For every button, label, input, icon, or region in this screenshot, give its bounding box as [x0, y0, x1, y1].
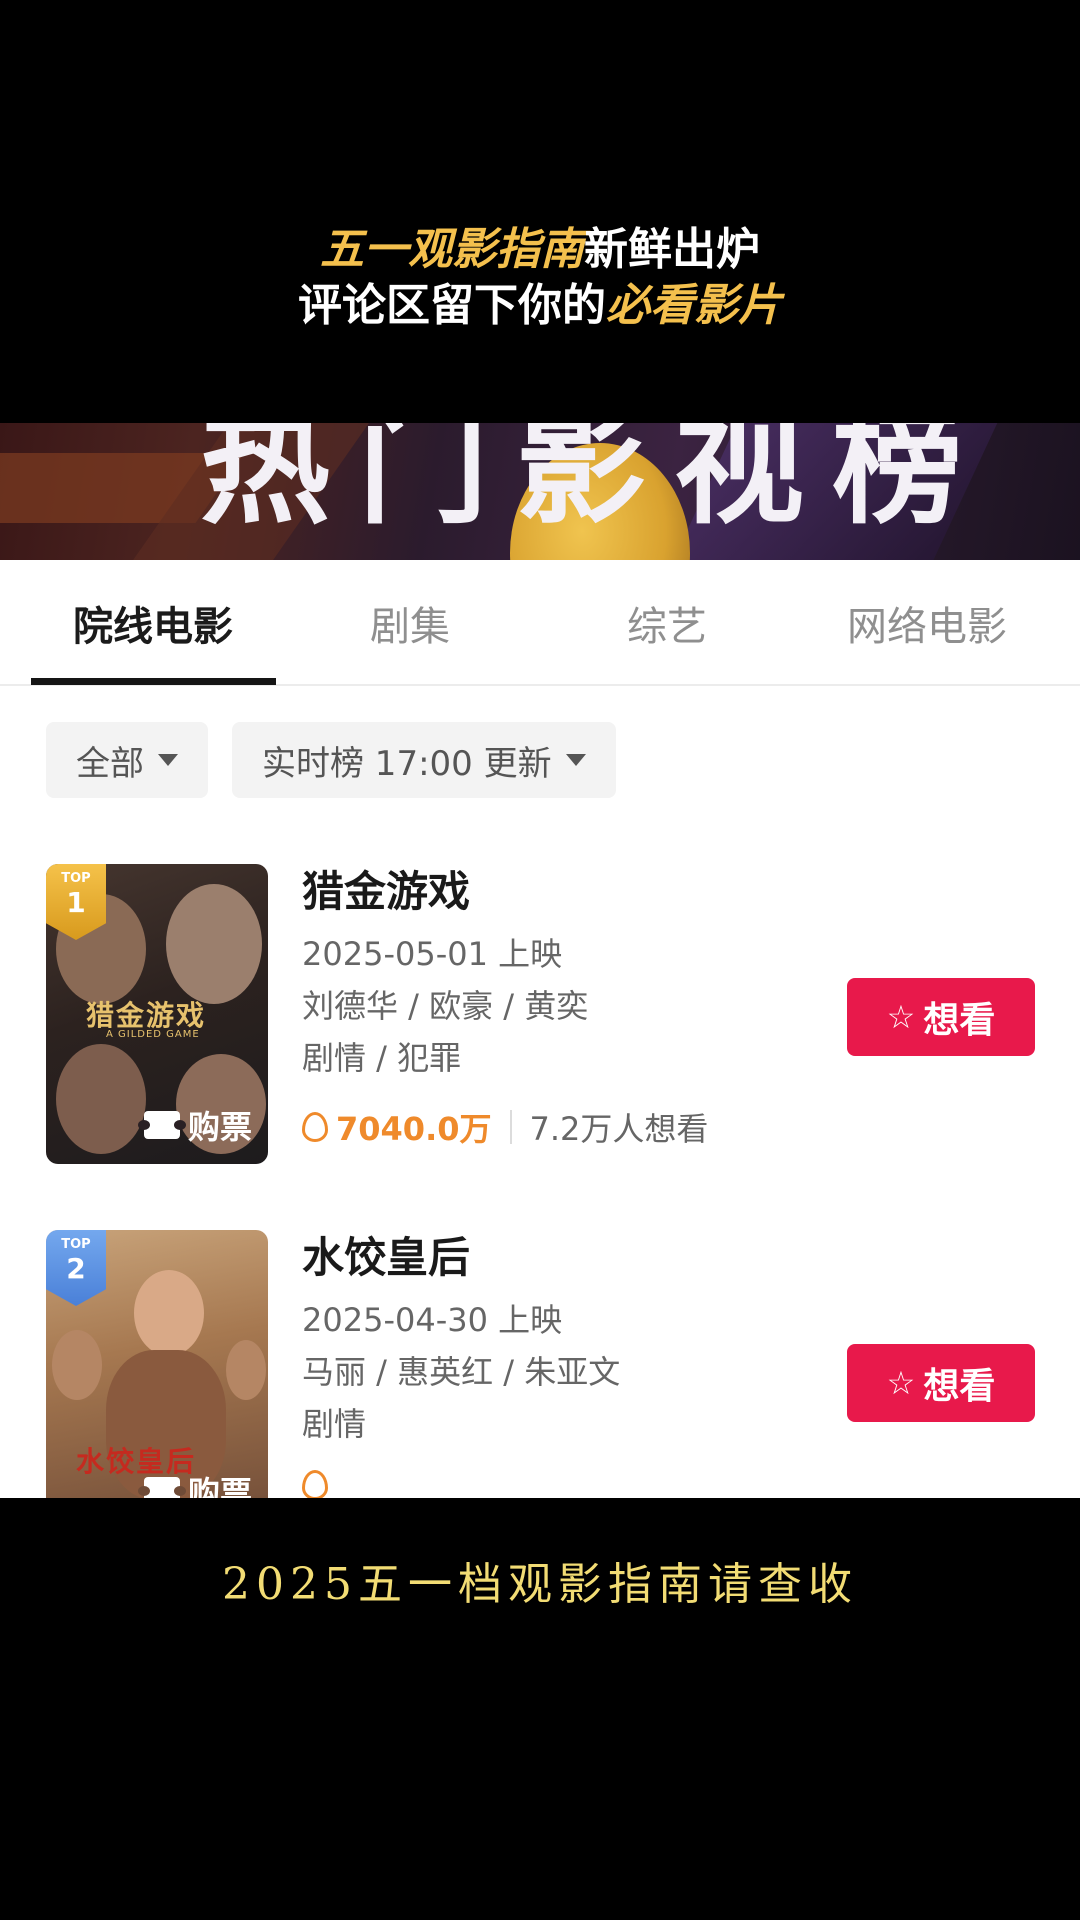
poster-figure: [52, 1330, 102, 1400]
caption-text: 评论区留下你的: [298, 280, 606, 331]
movie-title[interactable]: 猎金游戏: [302, 864, 708, 920]
release-date: 2025-04-30 上映: [302, 1301, 563, 1339]
banner-title: 热门影视榜: [200, 423, 991, 542]
category-tabs: 院线电影 剧集 综艺 网络电影: [0, 560, 1080, 686]
caption-line-1: 五一观影指南新鲜出炉: [0, 222, 1080, 278]
want-to-watch-count: 7.2万人想看: [529, 1110, 709, 1148]
movie-poster[interactable]: TOP 2 水饺皇后 购票: [46, 1230, 268, 1498]
chevron-down-icon: [565, 754, 586, 766]
want-to-watch-button[interactable]: ☆ 想看: [847, 978, 1035, 1056]
want-to-watch-label: 想看: [923, 1366, 996, 1407]
tab-variety[interactable]: 综艺: [537, 560, 797, 686]
buy-ticket-label: 购票: [187, 1474, 252, 1498]
star-icon: ☆: [886, 998, 916, 1036]
ticket-icon: [137, 1477, 186, 1498]
flame-icon: [302, 1112, 328, 1142]
cast: 刘德华 / 欧豪 / 黄奕: [302, 987, 589, 1025]
poster-title: 猎金游戏: [86, 999, 207, 1032]
tab-online-films[interactable]: 网络电影: [797, 560, 1057, 686]
rank-badge-number: 2: [66, 1252, 86, 1285]
buy-ticket-button[interactable]: 购票: [137, 1102, 252, 1148]
ranking-filter-dropdown[interactable]: 实时榜 17:00 更新: [232, 722, 616, 798]
caption-line-2: 评论区留下你的必看影片: [0, 278, 1080, 334]
rank-badge: TOP 2: [46, 1230, 106, 1306]
ticket-icon: [137, 1111, 186, 1139]
tab-series[interactable]: 剧集: [280, 560, 540, 686]
genre: 剧情: [302, 1405, 367, 1443]
divider: [509, 1110, 512, 1144]
popularity-meta: [302, 1470, 620, 1498]
caption-text: 新鲜出炉: [584, 224, 760, 275]
video-caption-top: 五一观影指南新鲜出炉 评论区留下你的必看影片: [0, 222, 1080, 334]
popularity-meta: 7040.0万 7.2万人想看: [302, 1104, 708, 1150]
poster-figure: [134, 1270, 204, 1356]
ranking-filter-label: 实时榜 17:00 更新: [262, 743, 552, 784]
video-caption-bottom: 2025五一档观影指南请查收: [222, 1559, 858, 1610]
cast: 马丽 / 惠英红 / 朱亚文: [302, 1353, 621, 1391]
genre: 剧情 / 犯罪: [302, 1039, 462, 1077]
movie-row[interactable]: TOP 1 猎金游戏 A GILDED GAME 购票 猎金游戏 2025-05…: [0, 864, 1080, 1184]
movie-title[interactable]: 水饺皇后: [302, 1230, 620, 1286]
rank-badge-number: 1: [66, 886, 86, 919]
buy-ticket-label: 购票: [187, 1108, 252, 1146]
movie-info: 水饺皇后 2025-04-30 上映 马丽 / 惠英红 / 朱亚文 剧情: [302, 1230, 620, 1498]
movie-poster[interactable]: TOP 1 猎金游戏 A GILDED GAME 购票: [46, 864, 268, 1164]
star-icon: ☆: [886, 1364, 916, 1402]
want-to-watch-label: 想看: [923, 1000, 996, 1041]
release-date: 2025-05-01 上映: [302, 935, 563, 973]
poster-figure: [166, 884, 262, 1004]
ranking-banner: 热门影视榜: [0, 423, 1080, 560]
movie-row[interactable]: TOP 2 水饺皇后 购票 水饺皇后 2025-04-30 上映 马丽 / 惠英…: [0, 1230, 1080, 1498]
flame-icon: [302, 1470, 328, 1498]
poster-subtitle: A GILDED GAME: [106, 1029, 200, 1040]
ranking-panel: 院线电影 剧集 综艺 网络电影 全部 实时榜 17:00 更新 TOP 1 猎金…: [0, 560, 1080, 1498]
heat-value: 7040.0万: [336, 1110, 492, 1148]
want-to-watch-button[interactable]: ☆ 想看: [847, 1344, 1035, 1422]
buy-ticket-button[interactable]: 购票: [137, 1468, 252, 1498]
poster-figure: [56, 1044, 146, 1154]
active-tab-indicator: [31, 678, 276, 685]
rank-badge-label: TOP: [61, 871, 91, 886]
poster-figure: [226, 1340, 266, 1400]
caption-highlight: 必看影片: [606, 280, 782, 331]
caption-highlight: 五一观影指南: [320, 224, 584, 275]
scope-filter-dropdown[interactable]: 全部: [46, 722, 208, 798]
chevron-down-icon: [158, 754, 178, 766]
movie-info: 猎金游戏 2025-05-01 上映 刘德华 / 欧豪 / 黄奕 剧情 / 犯罪…: [302, 864, 708, 1150]
tab-theatrical-films[interactable]: 院线电影: [23, 560, 283, 686]
filter-bar: 全部 实时榜 17:00 更新: [46, 722, 616, 798]
scope-filter-label: 全部: [76, 743, 144, 784]
rank-badge-label: TOP: [61, 1237, 91, 1252]
